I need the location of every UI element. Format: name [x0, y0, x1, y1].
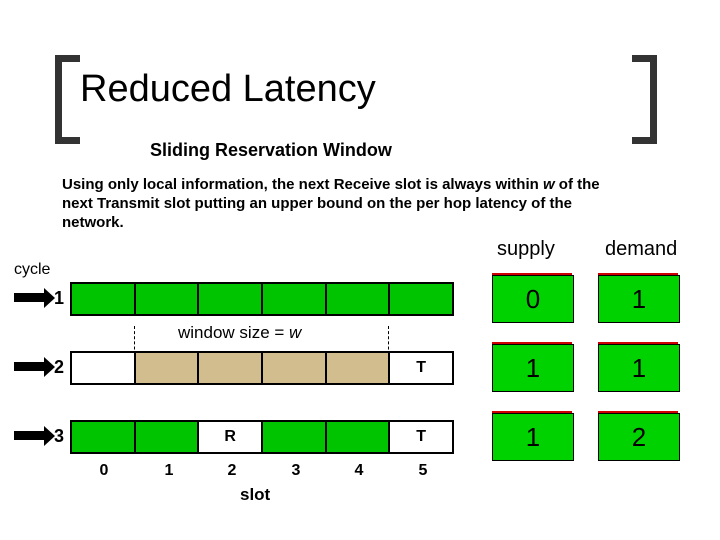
slot-tick: 1 — [159, 462, 179, 480]
para-italic-w: w — [543, 176, 555, 193]
slot-tick: 5 — [413, 462, 433, 480]
demand-cell: 1 — [598, 275, 680, 323]
description-text: Using only local information, the next R… — [62, 176, 617, 232]
page-title: Reduced Latency — [80, 68, 376, 111]
demand-cell: 1 — [598, 344, 680, 392]
cycle-1-label: 1 — [54, 288, 64, 309]
demand-cell: 2 — [598, 413, 680, 461]
bracket-left — [55, 55, 80, 144]
arrow-icon — [14, 293, 46, 302]
supply-cell: 0 — [492, 275, 574, 323]
bar-cell — [327, 422, 391, 452]
bar-cell-t: T — [390, 353, 452, 383]
window-size-label: window size = w — [178, 323, 301, 343]
slot-axis-label: slot — [240, 485, 270, 505]
window-size-w: w — [289, 323, 301, 342]
bar-cell — [263, 422, 327, 452]
arrow-icon — [14, 431, 46, 440]
cycle-2-label: 2 — [54, 357, 64, 378]
supply-cell: 1 — [492, 413, 574, 461]
arrow-icon — [14, 362, 46, 371]
bar-cell — [327, 284, 391, 314]
bar-cell — [263, 353, 327, 383]
bar-cell — [72, 422, 136, 452]
bracket-right — [632, 55, 657, 144]
para-text-1: Using only local information, the next R… — [62, 176, 543, 193]
slot-tick: 4 — [349, 462, 369, 480]
cycle-3-bar: R T — [70, 420, 454, 454]
slot-tick: 0 — [94, 462, 114, 480]
bar-cell — [72, 353, 136, 383]
bar-cell — [390, 284, 452, 314]
bar-cell-r: R — [199, 422, 263, 452]
bar-cell — [136, 353, 200, 383]
supply-cell: 1 — [492, 344, 574, 392]
cycle-2-bar: T — [70, 351, 454, 385]
bar-cell — [327, 353, 391, 383]
bar-cell-t: T — [390, 422, 452, 452]
cycle-3-label: 3 — [54, 426, 64, 447]
bar-cell — [199, 284, 263, 314]
slot-tick: 3 — [286, 462, 306, 480]
window-size-prefix: window size = — [178, 323, 289, 342]
demand-header: demand — [605, 238, 677, 261]
cycle-label: cycle — [14, 261, 50, 279]
slot-tick: 2 — [222, 462, 242, 480]
page-subtitle: Sliding Reservation Window — [150, 140, 392, 161]
bar-cell — [72, 284, 136, 314]
bar-cell — [136, 284, 200, 314]
bar-cell — [199, 353, 263, 383]
cycle-1-bar — [70, 282, 454, 316]
supply-header: supply — [497, 238, 555, 261]
bar-cell — [263, 284, 327, 314]
bar-cell — [136, 422, 200, 452]
